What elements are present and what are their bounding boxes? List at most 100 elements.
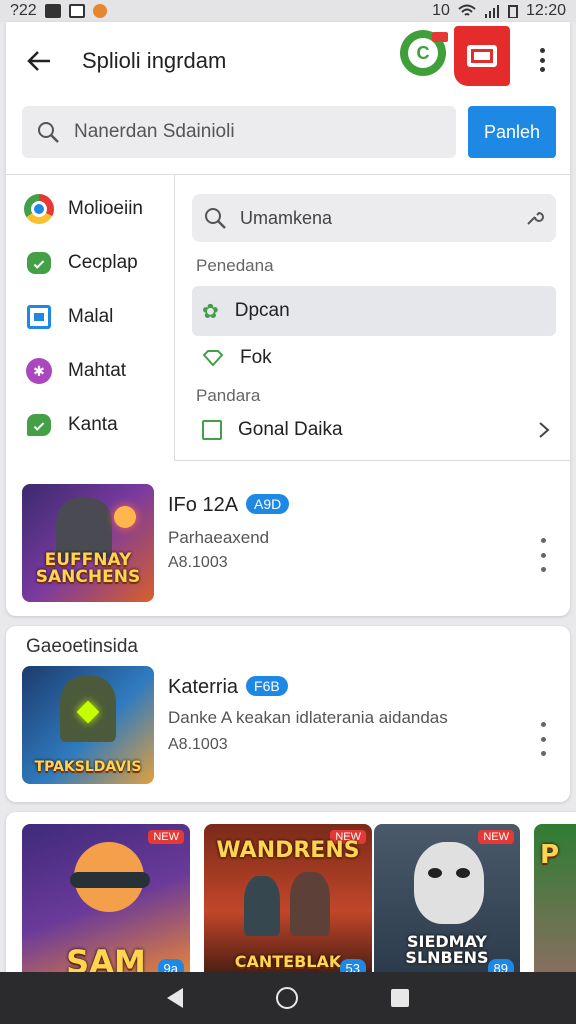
sidebar-item-2[interactable]: Malal: [6, 290, 174, 344]
more-options-icon[interactable]: [532, 44, 552, 76]
more-options-icon[interactable]: [538, 722, 548, 756]
sidebar-item-label: Cecplap: [68, 252, 138, 273]
eye-art: [428, 868, 442, 878]
app-thumbnail: TPAKSLDAVIS: [22, 666, 154, 784]
main-sheet: Splioli ingrdam C Nanerdan Sdainioli Pan…: [6, 22, 570, 616]
battery-icon: [507, 5, 518, 18]
section-label: Pandara: [196, 386, 261, 405]
eye-art: [456, 868, 470, 878]
app-meta: A8.1003: [168, 554, 228, 571]
fire-art: [114, 506, 136, 528]
star-icon: ✱: [26, 358, 52, 384]
red-app-icon[interactable]: [454, 26, 510, 86]
character-art: [56, 498, 112, 558]
skull-art: [414, 842, 484, 924]
gear-icon: ✿: [202, 300, 219, 323]
sidebar-item-1[interactable]: Cecplap: [6, 236, 174, 290]
game-strip: NEW SAM 9a NEW WANDRENS CANTEBLAK 53 NEW…: [6, 812, 576, 982]
search-button[interactable]: Panleh: [468, 106, 556, 158]
list-item[interactable]: EUFFNAY SANCHENS IFo 12A A9D Parhaeaxend …: [22, 484, 552, 604]
app-name: Katerria F6B: [168, 676, 288, 699]
green-app-icon[interactable]: C: [400, 30, 448, 76]
app-badge: A9D: [246, 494, 290, 514]
option-fok[interactable]: Fok: [192, 336, 556, 380]
nav-home-icon[interactable]: [275, 987, 298, 1009]
app-bar: Splioli ingrdam C: [6, 22, 570, 100]
search-bar[interactable]: Nanerdan Sdainioli: [22, 106, 456, 158]
notification-icon: [44, 4, 61, 18]
thumbnail-caption: EUFFNAY SANCHENS: [35, 550, 141, 587]
wrench-icon[interactable]: [524, 208, 544, 228]
app-name-text: IFo 12A: [168, 494, 239, 516]
search-icon: [205, 208, 226, 229]
chat-icon: [27, 252, 51, 274]
sidebar-item-label: Malal: [68, 306, 114, 327]
notification-icon: [92, 4, 107, 18]
sidebar: Molioeiin Cecplap Malal ✱ Mahtat Kanta: [6, 182, 174, 452]
section-card: Gaeoetinsida TPAKSLDAVIS Katerria F6B Dan…: [6, 626, 570, 802]
status-left-text: ?22: [10, 2, 37, 19]
new-tag: NEW: [148, 830, 184, 844]
app-subtitle: Parhaeaxend: [168, 528, 270, 547]
checkbox[interactable]: [202, 420, 222, 440]
wifi-icon: [458, 4, 476, 16]
signal-icon: [484, 5, 499, 18]
app-subtitle: Danke A keakan idlaterania aidandas: [168, 708, 448, 727]
app-name: IFo 12A A9D: [168, 494, 290, 517]
checkbox-label: Gonal Daika: [238, 419, 343, 440]
sidebar-item-4[interactable]: Kanta: [6, 398, 174, 452]
option-label: Fok: [240, 347, 272, 368]
panel-search-input[interactable]: Umamkena: [192, 194, 556, 242]
game-card[interactable]: P: [534, 824, 576, 982]
alarm-icon: 10: [432, 2, 450, 19]
character-art: [244, 876, 280, 936]
checkbox-row[interactable]: Gonal Daika: [192, 408, 556, 452]
divider: [6, 174, 570, 175]
divider: [174, 460, 570, 461]
sidebar-item-label: Molioeiin: [68, 198, 143, 219]
character-art: [290, 872, 330, 936]
app-thumbnail: EUFFNAY SANCHENS: [22, 484, 154, 602]
sidebar-item-label: Kanta: [68, 414, 118, 435]
game-card[interactable]: NEW SAM 9a: [22, 824, 190, 982]
sidebar-item-0[interactable]: Molioeiin: [6, 182, 174, 236]
app-badge: F6B: [246, 676, 288, 696]
sidebar-item-3[interactable]: ✱ Mahtat: [6, 344, 174, 398]
new-tag: NEW: [478, 830, 514, 844]
nav-back-icon[interactable]: [166, 988, 183, 1008]
diamond-icon: [202, 350, 224, 367]
system-nav-bar: [0, 972, 576, 1024]
option-dpcan[interactable]: ✿ Dpcan: [192, 286, 556, 336]
panel-search-placeholder: Umamkena: [240, 207, 333, 228]
chevron-right-icon: [539, 422, 550, 438]
chrome-icon: [24, 194, 54, 224]
game-card[interactable]: NEW SIEDMAY SLNBENS 89: [374, 824, 520, 982]
game-card[interactable]: NEW WANDRENS CANTEBLAK 53: [204, 824, 372, 982]
page-title: Splioli ingrdam: [82, 48, 227, 73]
divider: [174, 174, 175, 460]
search-icon: [38, 122, 59, 143]
status-bar: ?22 10 12:20: [0, 0, 576, 22]
game-caption-top: WANDRENS: [216, 838, 360, 863]
filter-panel: Umamkena Penedana ✿ Dpcan Fok Pandara Go…: [192, 194, 556, 452]
game-caption: P: [540, 840, 560, 870]
notification-tag: [432, 32, 448, 42]
notification-icon: [68, 4, 85, 18]
back-arrow-icon[interactable]: [24, 46, 54, 76]
image-icon: [27, 305, 51, 329]
option-label: Dpcan: [234, 300, 290, 321]
thumbnail-caption: TPAKSLDAVIS: [34, 759, 142, 775]
search-placeholder: Nanerdan Sdainioli: [74, 121, 235, 142]
app-name-text: Katerria: [168, 676, 239, 698]
nav-recents-icon[interactable]: [391, 989, 410, 1007]
message-icon: [27, 414, 51, 436]
section-title: Gaeoetinsida: [26, 636, 138, 657]
goggles-art: [70, 872, 150, 888]
m-logo-icon: [467, 45, 497, 67]
sidebar-item-label: Mahtat: [68, 360, 127, 381]
app-meta: A8.1003: [168, 736, 228, 753]
section-label: Penedana: [196, 256, 274, 275]
more-options-icon[interactable]: [538, 538, 548, 572]
c-logo-icon: C: [408, 38, 438, 68]
status-time: 12:20: [525, 2, 566, 19]
